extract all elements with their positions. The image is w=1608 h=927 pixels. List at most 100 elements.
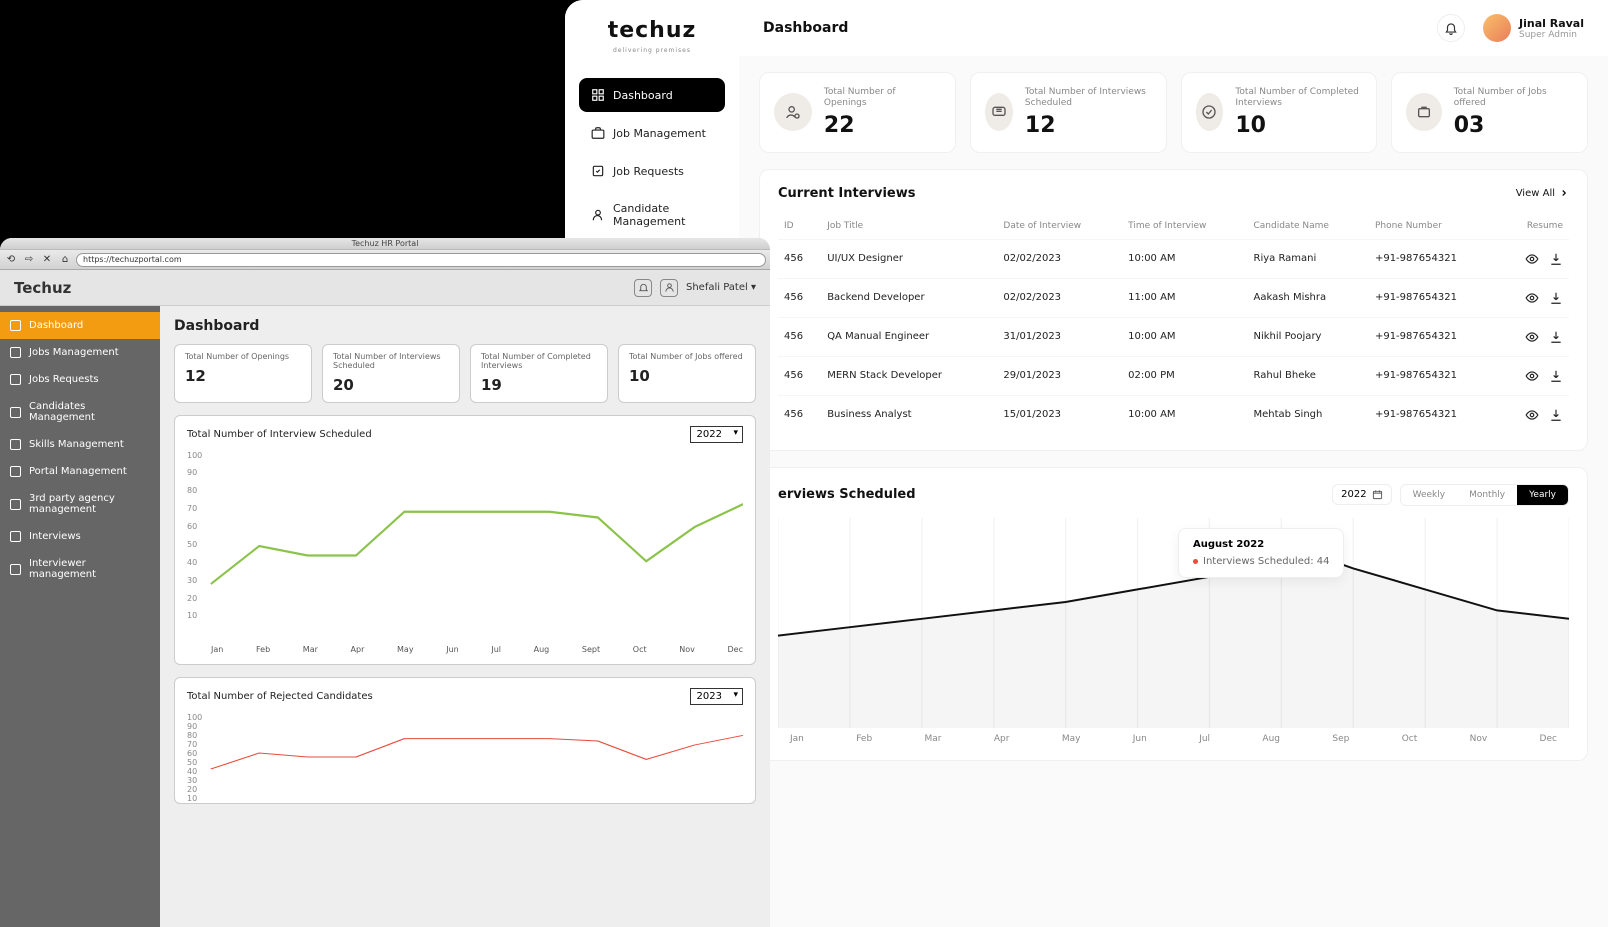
ytick: 60 (187, 749, 202, 758)
checkbox-icon (10, 499, 21, 510)
tab-yearly[interactable]: Yearly (1517, 485, 1568, 505)
ytick: 20 (187, 594, 202, 603)
stop-button[interactable]: ✕ (40, 253, 54, 267)
sidebar-item[interactable]: Interviews (0, 523, 160, 550)
url-bar[interactable]: https://techuzportal.com (76, 253, 766, 267)
checkbox-icon (10, 347, 21, 358)
card: Total Number of Openings12 (174, 344, 312, 403)
main: Dashboard Jinal Raval Super Admin (739, 0, 1608, 927)
sidebar-item[interactable]: 3rd party agency management (0, 485, 160, 523)
year-select[interactable]: 2022 (690, 426, 743, 443)
user-name[interactable]: Shefali Patel ▾ (686, 282, 756, 293)
ytick: 100 (187, 713, 202, 722)
card: Total Number of Completed Interviews 19 (470, 344, 608, 403)
nav-dashboard[interactable]: Dashboard (579, 78, 725, 112)
forward-button[interactable]: ⇨ (22, 253, 36, 267)
table-row[interactable]: 456QA Manual Engineer31/01/202310:00 AMN… (778, 317, 1569, 356)
chart-area: 100908070605040302010 (187, 451, 743, 641)
card-label: Total Number of Openings (824, 87, 941, 109)
body: Total Number of Openings 22 Total Number … (739, 56, 1608, 927)
eye-icon[interactable] (1525, 408, 1539, 422)
sidebar-label: Jobs Management (29, 347, 119, 358)
month-label: Jan (211, 645, 223, 654)
window-titlebar: Techuz HR Portal (0, 238, 770, 250)
view-all-link[interactable]: View All (1516, 188, 1569, 199)
sidebar-item[interactable]: Skills Management (0, 431, 160, 458)
sidebar-item[interactable]: Jobs Requests (0, 366, 160, 393)
download-icon[interactable] (1549, 291, 1563, 305)
user-icon (664, 282, 675, 293)
eye-icon[interactable] (1525, 369, 1539, 383)
download-icon[interactable] (1549, 330, 1563, 344)
sidebar-item[interactable]: Dashboard (0, 312, 160, 339)
card-value: 12 (1025, 113, 1152, 138)
tab-weekly[interactable]: Weekly (1401, 485, 1457, 505)
user-menu[interactable]: Jinal Raval Super Admin (1483, 14, 1584, 42)
eye-icon[interactable] (1525, 291, 1539, 305)
download-icon[interactable] (1549, 369, 1563, 383)
sidebar-label: 3rd party agency management (29, 493, 150, 515)
month-label: Nov (679, 645, 695, 654)
user-button[interactable] (660, 279, 678, 297)
ytick: 40 (187, 558, 202, 567)
sidebar-item[interactable]: Portal Management (0, 458, 160, 485)
ytick: 100 (187, 451, 202, 460)
y-axis: 100908070605040302010 (187, 451, 202, 621)
col-id: ID (778, 213, 821, 240)
notifications-button[interactable] (1437, 14, 1465, 42)
year-select[interactable]: 2022 (1332, 484, 1391, 505)
check-circle-icon (1196, 93, 1224, 131)
bell-button[interactable] (634, 279, 652, 297)
nav-candidate-management[interactable]: Candidate Management (579, 192, 725, 238)
table-header-row: ID Job Title Date of Interview Time of I… (778, 213, 1569, 240)
ytick: 10 (187, 611, 202, 620)
ytick: 90 (187, 468, 202, 477)
chart-panel: erviews Scheduled 2022 Weekly Monthly Ye… (759, 467, 1588, 761)
card-value: 20 (333, 376, 449, 394)
table-row[interactable]: 456Business Analyst15/01/202310:00 AMMeh… (778, 395, 1569, 434)
x-axis: JanFebMarAprMayJunJulAugSeptOctNovDec (187, 641, 743, 654)
tab-monthly[interactable]: Monthly (1457, 485, 1517, 505)
ytick: 70 (187, 504, 202, 513)
grid-icon (591, 88, 605, 102)
nav-job-management[interactable]: Job Management (579, 116, 725, 150)
sidebar-item[interactable]: Jobs Management (0, 339, 160, 366)
sidebar-item[interactable]: Candidates Management (0, 393, 160, 431)
chart-scheduled: Total Number of Interview Scheduled 2022… (174, 415, 756, 665)
card-value: 22 (824, 113, 941, 138)
home-button[interactable]: ⌂ (58, 253, 72, 267)
brand: Techuz (14, 279, 71, 297)
user-search-icon (774, 93, 812, 131)
month-label: Aug (1262, 734, 1280, 744)
app-topbar: Techuz Shefali Patel ▾ (0, 270, 770, 306)
download-icon[interactable] (1549, 408, 1563, 422)
download-icon[interactable] (1549, 252, 1563, 266)
calendar-icon (1372, 489, 1383, 500)
card-label: Total Number of Completed Interviews (481, 353, 597, 371)
col-resume: Resume (1500, 213, 1570, 240)
table-row[interactable]: 456Backend Developer02/02/202311:00 AMAa… (778, 278, 1569, 317)
nav-label: Candidate Management (613, 202, 713, 228)
month-label: Jul (1199, 734, 1210, 744)
panel-title: Current Interviews (778, 186, 915, 201)
avatar (1483, 14, 1511, 42)
table-row[interactable]: 456MERN Stack Developer29/01/202302:00 P… (778, 356, 1569, 395)
chart-tooltip: August 2022 Interviews Scheduled: 44 (1178, 528, 1344, 578)
eye-icon[interactable] (1525, 252, 1539, 266)
card-scheduled: Total Number of Interviews Scheduled12 (970, 72, 1167, 153)
eye-icon[interactable] (1525, 330, 1539, 344)
nav-job-requests[interactable]: Job Requests (579, 154, 725, 188)
card-value: 10 (629, 367, 745, 385)
stat-cards: Total Number of Openings12 Total Number … (174, 344, 756, 403)
sidebar-label: Candidates Management (29, 401, 150, 423)
ytick: 70 (187, 740, 202, 749)
month-label: May (397, 645, 414, 654)
year-select[interactable]: 2023 (690, 688, 743, 705)
page-title: Dashboard (174, 318, 756, 334)
sidebar-item[interactable]: Interviewer management (0, 550, 160, 588)
col-phone: Phone Number (1369, 213, 1500, 240)
table-row[interactable]: 456UI/UX Designer02/02/202310:00 AMRiya … (778, 239, 1569, 278)
card: Total Number of Interviews Scheduled20 (322, 344, 460, 403)
card-value: 19 (481, 376, 597, 394)
back-button[interactable]: ⟲ (4, 253, 18, 267)
